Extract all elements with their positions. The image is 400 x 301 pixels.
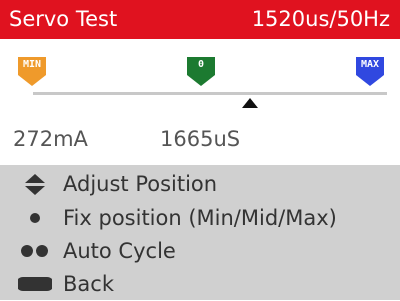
controls-menu: Adjust Position Fix position (Min/Mid/Ma… bbox=[0, 165, 400, 300]
up-down-arrows-icon bbox=[25, 174, 45, 195]
position-pointer-icon bbox=[242, 98, 258, 108]
page-title: Servo Test bbox=[9, 7, 118, 31]
long-press-bar-icon bbox=[18, 277, 52, 291]
header-bar: Servo Test 1520us/50Hz bbox=[0, 0, 400, 39]
min-marker-label: MIN bbox=[22, 59, 42, 70]
current-readout: 272mA bbox=[13, 127, 88, 151]
mid-marker-label: 0 bbox=[197, 59, 205, 70]
pulse-width-readout: 1665uS bbox=[160, 127, 241, 151]
max-marker: MAX bbox=[355, 56, 385, 87]
menu-item-adjust-position[interactable]: Adjust Position bbox=[0, 167, 400, 201]
single-dot-icon bbox=[30, 213, 40, 223]
pulse-rate-readout: 1520us/50Hz bbox=[251, 7, 390, 31]
min-marker: MIN bbox=[17, 56, 47, 87]
max-marker-label: MAX bbox=[360, 59, 380, 70]
menu-item-label: Adjust Position bbox=[63, 172, 218, 196]
menu-item-back[interactable]: Back bbox=[0, 267, 400, 301]
position-track bbox=[33, 92, 387, 95]
menu-item-fix-position[interactable]: Fix position (Min/Mid/Max) bbox=[0, 201, 400, 235]
menu-item-label: Fix position (Min/Mid/Max) bbox=[63, 206, 337, 230]
menu-item-label: Auto Cycle bbox=[63, 239, 176, 263]
menu-item-auto-cycle[interactable]: Auto Cycle bbox=[0, 234, 400, 268]
menu-item-label: Back bbox=[63, 272, 114, 296]
double-dot-icon bbox=[21, 245, 48, 257]
mid-marker: 0 bbox=[186, 56, 216, 87]
